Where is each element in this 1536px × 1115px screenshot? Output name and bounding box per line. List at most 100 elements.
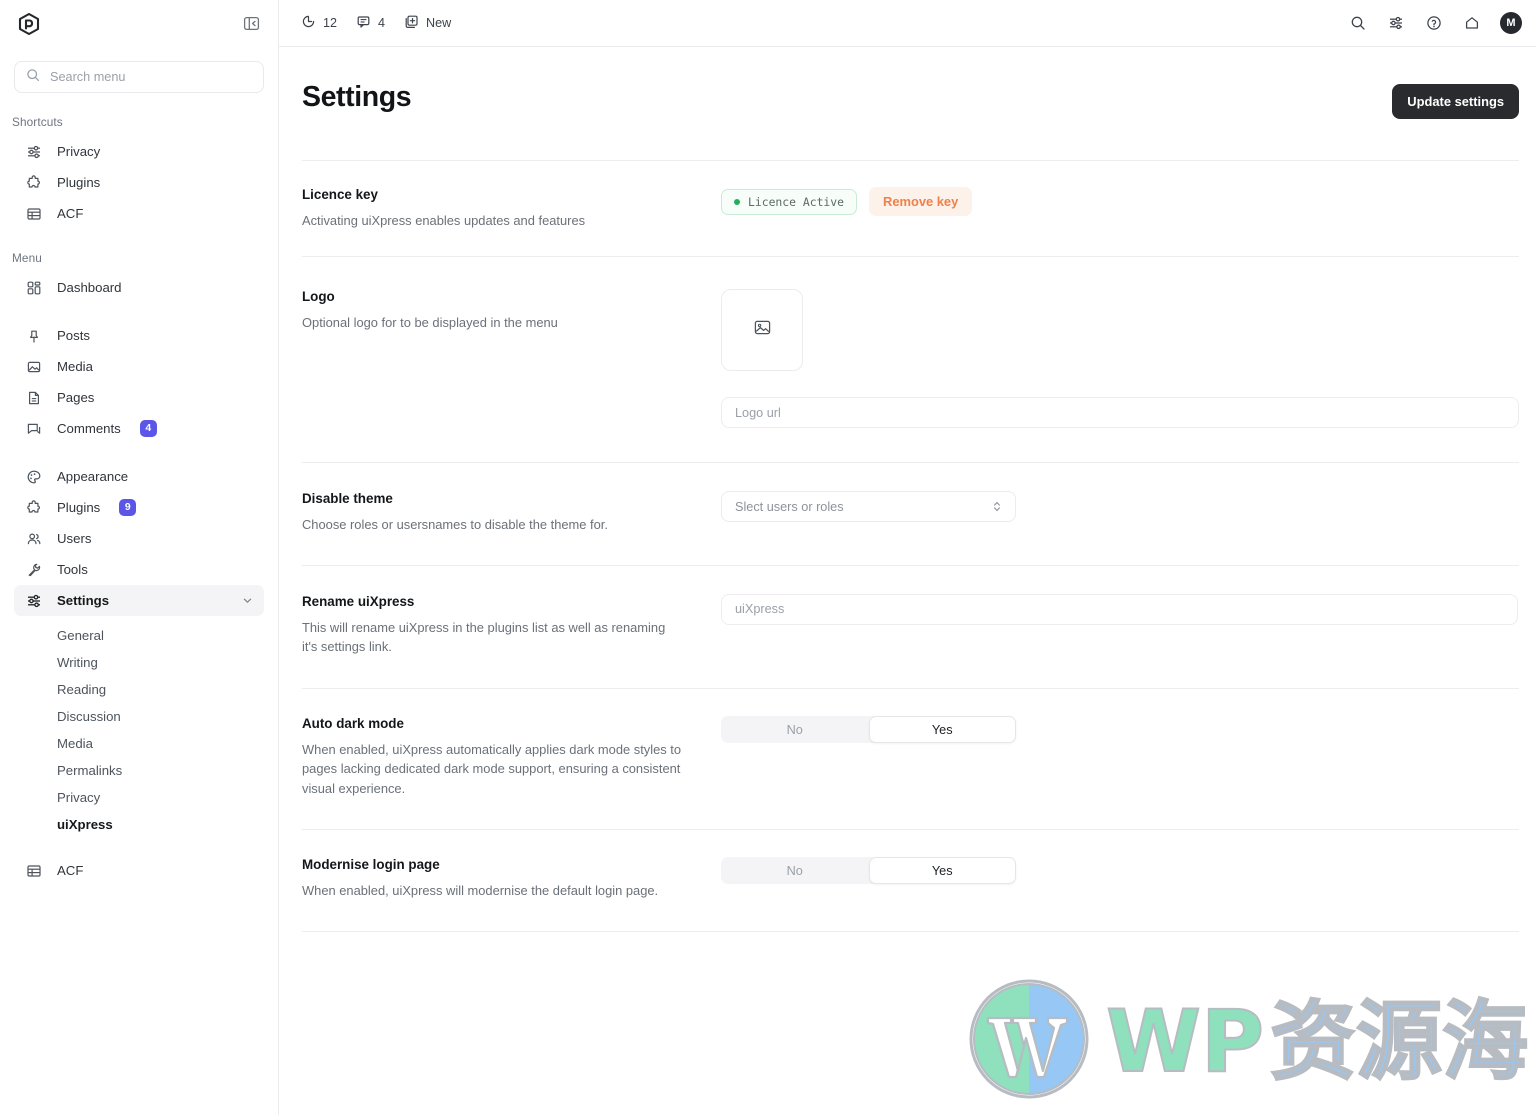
sidebar-item-pages[interactable]: Pages bbox=[14, 382, 264, 413]
topbar: 12 4 New M bbox=[279, 0, 1536, 47]
comment-icon bbox=[25, 420, 42, 437]
settings-submenu: General Writing Reading Discussion Media… bbox=[0, 616, 278, 838]
sliders-icon[interactable] bbox=[1386, 14, 1405, 33]
row-left: Logo Optional logo for to be displayed i… bbox=[302, 289, 721, 428]
sidebar-subitem-privacy[interactable]: Privacy bbox=[14, 784, 264, 811]
sidebar-item-label: Plugins bbox=[57, 500, 101, 515]
sidebar-subitem-reading[interactable]: Reading bbox=[14, 676, 264, 703]
topbar-updates[interactable]: 12 bbox=[301, 14, 337, 32]
sidebar-subitem-permalinks[interactable]: Permalinks bbox=[14, 757, 264, 784]
rename-uixpress-input[interactable] bbox=[721, 593, 1518, 625]
help-circle-icon[interactable] bbox=[1424, 14, 1443, 33]
main-area: 12 4 New M Settings Update settings Lice… bbox=[279, 0, 1536, 1115]
sidebar-item-label: ACF bbox=[57, 863, 84, 878]
row-title: Disable theme bbox=[302, 491, 393, 507]
sidebar-item-label: Media bbox=[57, 359, 93, 374]
row-left: Modernise login page When enabled, uiXpr… bbox=[302, 857, 721, 900]
app-root: Shortcuts Privacy bbox=[0, 0, 1536, 1115]
dashboard-grid-icon bbox=[25, 279, 42, 296]
remove-key-button[interactable]: Remove key bbox=[869, 187, 973, 216]
disable-theme-select[interactable]: Slect users or roles bbox=[721, 491, 1016, 523]
topbar-right: M bbox=[1348, 12, 1522, 34]
row-rename-uixpress: Rename uiXpress This will rename uiXpres… bbox=[302, 566, 1519, 689]
sidebar-item-acf[interactable]: ACF bbox=[14, 855, 264, 886]
new-plus-icon bbox=[404, 14, 419, 32]
page-header: Settings Update settings bbox=[279, 47, 1536, 119]
status-dot-icon bbox=[734, 198, 740, 205]
sidebar-item-users[interactable]: Users bbox=[14, 523, 264, 554]
topbar-new-button[interactable]: New bbox=[404, 14, 451, 32]
sidebar-item-acf-shortcut[interactable]: ACF bbox=[14, 198, 264, 229]
wrench-icon bbox=[25, 561, 42, 578]
plugins-count-badge: 9 bbox=[119, 499, 137, 516]
sidebar-item-appearance[interactable]: Appearance bbox=[14, 461, 264, 492]
row-left: Auto dark mode When enabled, uiXpress au… bbox=[302, 716, 721, 798]
logo-url-input[interactable] bbox=[721, 397, 1519, 429]
row-left: Disable theme Choose roles or usersnames… bbox=[302, 491, 721, 534]
puzzle-icon bbox=[25, 499, 42, 516]
search-icon[interactable] bbox=[1348, 14, 1367, 33]
sidebar-subitem-general[interactable]: General bbox=[14, 622, 264, 649]
topbar-comments[interactable]: 4 bbox=[356, 14, 385, 32]
licence-controls: Licence Active Remove key bbox=[721, 187, 1519, 216]
sidebar-item-privacy-shortcut[interactable]: Privacy bbox=[14, 136, 264, 167]
topbar-updates-count: 12 bbox=[323, 16, 338, 30]
row-right: No Yes bbox=[721, 857, 1519, 900]
page-title: Settings bbox=[302, 81, 412, 113]
sidebar-subitem-uixpress[interactable]: uiXpress bbox=[14, 811, 264, 838]
sidebar: Shortcuts Privacy bbox=[0, 0, 279, 1115]
sidebar-item-comments[interactable]: Comments 4 bbox=[14, 413, 264, 444]
row-right: Slect users or roles bbox=[721, 491, 1519, 534]
palette-icon bbox=[25, 468, 42, 485]
sidebar-item-label: Settings bbox=[57, 593, 110, 608]
sidebar-item-dashboard[interactable]: Dashboard bbox=[14, 272, 264, 303]
auto-dark-mode-option-yes[interactable]: Yes bbox=[868, 716, 1016, 744]
puzzle-icon bbox=[25, 174, 42, 191]
modernise-login-option-no[interactable]: No bbox=[721, 857, 869, 884]
menu-list-bottom: ACF bbox=[0, 855, 278, 886]
search-input[interactable] bbox=[50, 70, 252, 84]
sidebar-subitem-discussion[interactable]: Discussion bbox=[14, 703, 264, 730]
sidebar-item-label: Pages bbox=[57, 390, 95, 405]
cube-logo-icon[interactable] bbox=[14, 9, 44, 39]
topbar-new-label: New bbox=[426, 16, 452, 30]
licence-status-text: Licence Active bbox=[748, 194, 845, 209]
sidebar-item-media[interactable]: Media bbox=[14, 351, 264, 382]
sidebar-item-label: Posts bbox=[57, 328, 90, 343]
search-icon bbox=[26, 68, 40, 87]
sidebar-item-label: Dashboard bbox=[57, 280, 122, 295]
row-title: Licence key bbox=[302, 187, 378, 202]
home-icon[interactable] bbox=[1462, 14, 1481, 33]
row-left: Licence key Activating uiXpress enables … bbox=[302, 187, 721, 230]
auto-dark-mode-toggle[interactable]: No Yes bbox=[721, 716, 1016, 744]
sidebar-subitem-media[interactable]: Media bbox=[14, 730, 264, 757]
update-settings-button[interactable]: Update settings bbox=[1392, 84, 1519, 119]
sidebar-item-label: ACF bbox=[57, 206, 84, 221]
sidebar-item-plugins[interactable]: Plugins 9 bbox=[14, 492, 264, 523]
sidebar-item-label: Privacy bbox=[57, 144, 101, 159]
shortcuts-list: Privacy Plugins ACF bbox=[0, 136, 278, 229]
modernise-login-toggle[interactable]: No Yes bbox=[721, 857, 1016, 885]
row-logo: Logo Optional logo for to be displayed i… bbox=[302, 257, 1519, 462]
sidebar-item-settings[interactable]: Settings bbox=[14, 585, 264, 616]
row-title: Auto dark mode bbox=[302, 716, 404, 732]
sidebar-item-label: Appearance bbox=[57, 469, 129, 484]
search-menu-box[interactable] bbox=[14, 61, 264, 93]
logo-upload-box[interactable] bbox=[721, 289, 803, 372]
sidebar-item-tools[interactable]: Tools bbox=[14, 554, 264, 585]
row-title: Modernise login page bbox=[302, 857, 440, 873]
sidebar-item-posts[interactable]: Posts bbox=[14, 320, 264, 351]
comments-count-badge: 4 bbox=[139, 420, 157, 437]
row-title: Rename uiXpress bbox=[302, 593, 415, 609]
sidebar-subitem-writing[interactable]: Writing bbox=[14, 649, 264, 676]
sidebar-header bbox=[0, 0, 278, 47]
row-description: Optional logo for to be displayed in the… bbox=[302, 315, 558, 331]
panel-collapse-icon[interactable] bbox=[240, 13, 262, 35]
chevron-down-icon[interactable] bbox=[241, 594, 254, 607]
row-disable-theme: Disable theme Choose roles or usersnames… bbox=[302, 463, 1519, 564]
modernise-login-option-yes[interactable]: Yes bbox=[868, 857, 1016, 885]
avatar[interactable]: M bbox=[1500, 12, 1522, 34]
row-licence-key: Licence key Activating uiXpress enables … bbox=[302, 161, 1519, 256]
auto-dark-mode-option-no[interactable]: No bbox=[721, 716, 869, 743]
sidebar-item-plugins-shortcut[interactable]: Plugins bbox=[14, 167, 264, 198]
